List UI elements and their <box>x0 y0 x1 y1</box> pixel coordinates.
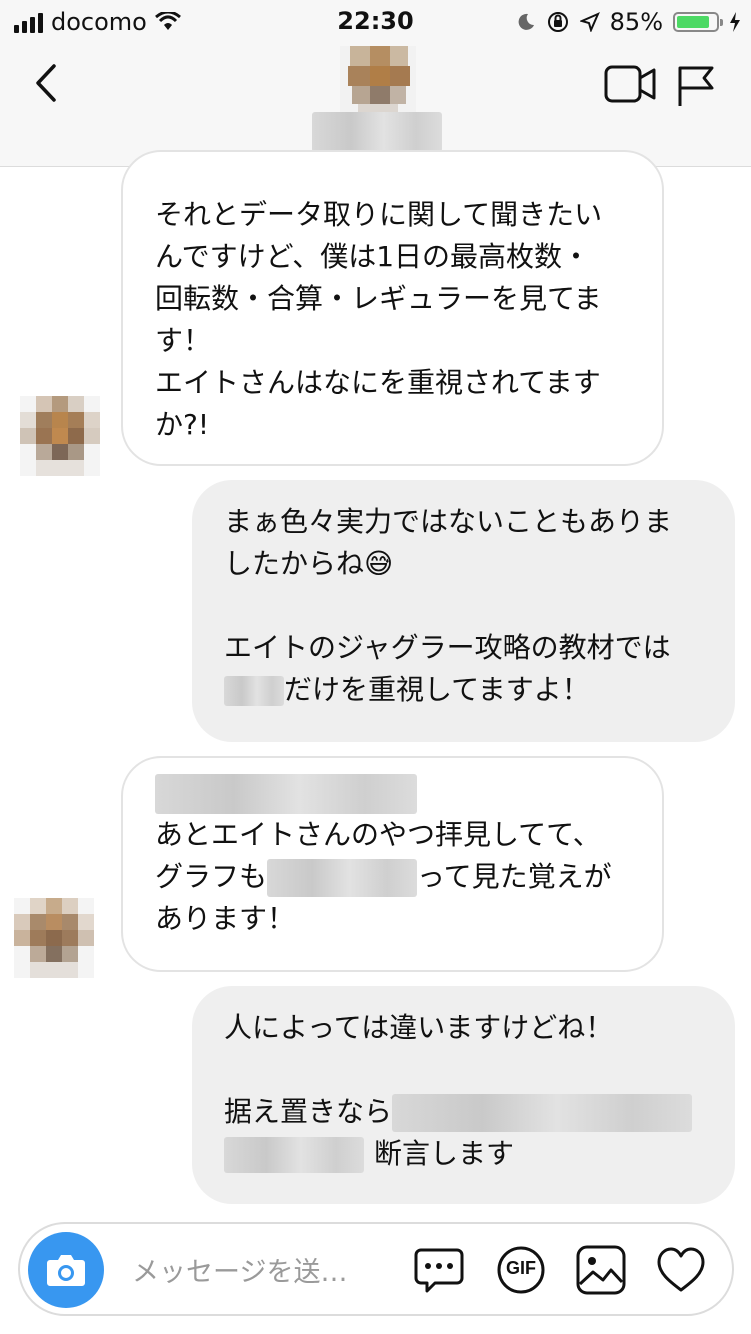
message-line: グラフも って見た覚えが <box>155 856 630 898</box>
gif-button[interactable]: GIF <box>495 1244 547 1296</box>
redacted-text <box>224 676 284 706</box>
redacted-text <box>267 859 418 897</box>
image-icon[interactable] <box>575 1244 627 1296</box>
message-line: 人によっては違いますけどね！ <box>224 1011 614 1044</box>
message-text: って見た覚えが <box>417 860 612 893</box>
battery-percent: 85% <box>609 8 663 36</box>
message-line: あとエイトさんのやつ拝見してて、 <box>155 818 601 851</box>
sender-avatar[interactable] <box>14 898 94 978</box>
message-bubble-sent: 人によっては違いますけどね！ 据え置きなら 断言します <box>192 986 735 1204</box>
avatar[interactable] <box>340 46 416 122</box>
message-line <box>155 772 630 814</box>
message-line: 回転数・合算・レギュラーを見てま <box>155 282 602 315</box>
message-bubble-sent: まぁ色々実力ではないこともありま したからね😅 エイトのジャグラー攻略の教材では… <box>192 480 735 742</box>
message-line: す！ <box>155 324 212 357</box>
message-line: 据え置きなら <box>224 1091 703 1133</box>
contact-name-redacted <box>312 112 442 152</box>
redacted-text <box>155 774 417 814</box>
message-composer: メッセージを送… GIF <box>18 1222 734 1316</box>
camera-button[interactable] <box>28 1232 104 1308</box>
message-line: だけを重視してますよ！ <box>224 669 703 711</box>
message-input[interactable]: メッセージを送… <box>132 1250 347 1289</box>
message-line: か?! <box>155 408 210 441</box>
message-text: グラフも <box>155 860 268 893</box>
message-text: 断言します <box>374 1137 515 1170</box>
charging-icon <box>730 12 740 32</box>
sweat-smile-emoji: 😅 <box>364 547 394 580</box>
message-bubble-received: あとエイトさんのやつ拝見してて、 グラフも って見た覚えが あります！ <box>121 756 664 972</box>
location-icon <box>579 12 600 32</box>
battery-icon <box>673 12 723 32</box>
message-line: まぁ色々実力ではないこともありま <box>224 505 673 538</box>
camera-icon <box>47 1255 85 1286</box>
message-bubble-received: それとデータ取りに関して聞きたい んですけど、僕は1日の最高枚数・ 回転数・合算… <box>121 150 664 466</box>
orientation-lock-icon <box>547 12 568 32</box>
back-chevron-icon[interactable] <box>26 58 66 108</box>
chat-header <box>0 42 751 167</box>
message-line: 断言します <box>224 1133 703 1175</box>
message-text: だけを重視してますよ！ <box>284 673 590 706</box>
redacted-text <box>392 1094 693 1132</box>
message-line: したからね😅 <box>224 543 703 585</box>
flag-icon[interactable] <box>676 64 716 108</box>
message-line: んですけど、僕は1日の最高枚数・ <box>155 240 591 273</box>
message-text: 据え置きなら <box>224 1095 393 1128</box>
redacted-text <box>224 1137 364 1173</box>
video-call-icon[interactable] <box>604 64 656 104</box>
message-line: それとデータ取りに関して聞きたい <box>155 198 603 231</box>
heart-icon[interactable] <box>655 1244 707 1296</box>
status-bar: docomo 22:30 85% <box>0 0 751 42</box>
message-line: エイトのジャグラー攻略の教材では <box>224 631 671 664</box>
sender-avatar[interactable] <box>20 396 100 476</box>
message-text: したからね <box>224 547 365 580</box>
message-line: あります！ <box>155 902 296 935</box>
message-line: エイトさんはなにを重視されてます <box>155 366 601 399</box>
chat-more-icon[interactable] <box>413 1244 465 1296</box>
gif-label: GIF <box>506 1258 536 1278</box>
moon-icon <box>518 13 534 30</box>
